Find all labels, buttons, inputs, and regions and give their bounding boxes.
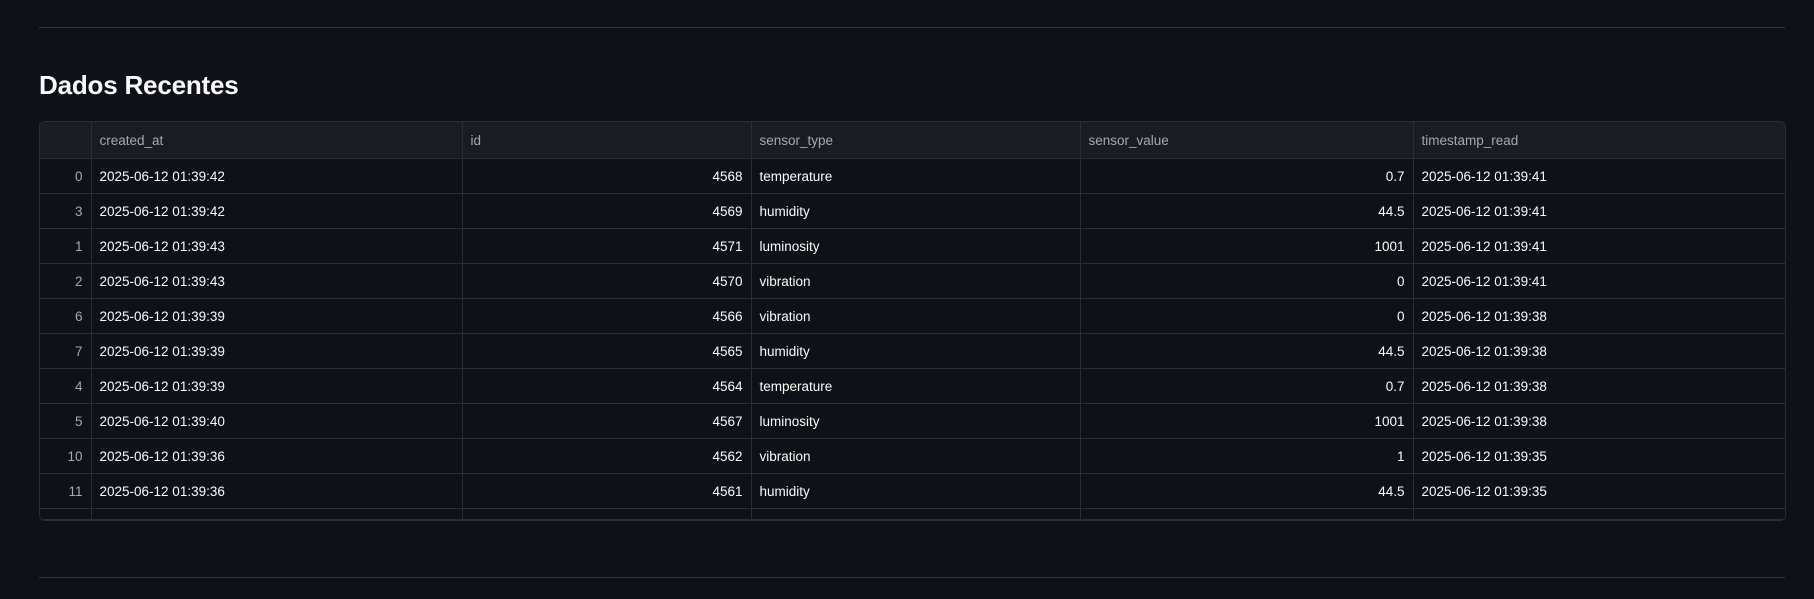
table-row[interactable]: 5 2025-06-12 01:39:40 4567 luminosity 1001 20…	[40, 403, 1785, 439]
table-cell-partial	[91, 508, 463, 520]
row-index[interactable]: 5	[40, 403, 92, 439]
cell-sensor-value[interactable]: 1001	[1080, 403, 1414, 439]
cell-sensor-type[interactable]: temperature	[751, 158, 1081, 194]
cell-sensor-value[interactable]: 1	[1080, 438, 1414, 474]
cell-id[interactable]: 4566	[462, 298, 752, 334]
cell-sensor-value[interactable]: 0.7	[1080, 158, 1414, 194]
cell-timestamp-read[interactable]: 2025-06-12 01:39:35	[1413, 438, 1785, 474]
cell-id[interactable]: 4565	[462, 333, 752, 369]
row-index[interactable]: 1	[40, 228, 92, 264]
table-row[interactable]: 7 2025-06-12 01:39:39 4565 humidity 44.5 2025…	[40, 333, 1785, 369]
cell-sensor-type[interactable]: vibration	[751, 438, 1081, 474]
cell-timestamp-read[interactable]: 2025-06-12 01:39:38	[1413, 368, 1785, 404]
cell-timestamp-read[interactable]: 2025-06-12 01:39:41	[1413, 228, 1785, 264]
cell-id[interactable]: 4567	[462, 403, 752, 439]
cell-id[interactable]: 4569	[462, 193, 752, 229]
cell-sensor-type[interactable]: vibration	[751, 263, 1081, 299]
table-cell-partial	[462, 508, 752, 520]
cell-id[interactable]: 4571	[462, 228, 752, 264]
cell-timestamp-read[interactable]: 2025-06-12 01:39:41	[1413, 193, 1785, 229]
table-row[interactable]: 3 2025-06-12 01:39:42 4569 humidity 44.5 2025…	[40, 193, 1785, 229]
top-divider	[39, 27, 1785, 28]
cell-sensor-type[interactable]: temperature	[751, 368, 1081, 404]
cell-created-at[interactable]: 2025-06-12 01:39:40	[91, 403, 463, 439]
row-index[interactable]: 0	[40, 158, 92, 194]
cell-created-at[interactable]: 2025-06-12 01:39:42	[91, 158, 463, 194]
column-header-id[interactable]: id	[462, 122, 752, 159]
row-index[interactable]: 4	[40, 368, 92, 404]
section-title: Dados Recentes	[39, 70, 239, 100]
cell-timestamp-read[interactable]: 2025-06-12 01:39:38	[1413, 333, 1785, 369]
cell-sensor-value[interactable]: 0	[1080, 298, 1414, 334]
cell-id[interactable]: 4561	[462, 473, 752, 509]
cell-sensor-value[interactable]: 0	[1080, 263, 1414, 299]
cell-sensor-value[interactable]: 1001	[1080, 228, 1414, 264]
cell-created-at[interactable]: 2025-06-12 01:39:36	[91, 473, 463, 509]
table-body: 0 2025-06-12 01:39:42 4568 temperature 0.7 20…	[40, 158, 1785, 520]
cell-sensor-type[interactable]: luminosity	[751, 228, 1081, 264]
table-row[interactable]: 11 2025-06-12 01:39:36 4561 humidity 44.5 202…	[40, 473, 1785, 509]
data-table-container[interactable]: created_at id sensor_type sensor_value t…	[39, 121, 1786, 521]
table-row[interactable]: 1 2025-06-12 01:39:43 4571 luminosity 1001 20…	[40, 228, 1785, 264]
row-index[interactable]: 7	[40, 333, 92, 369]
column-header-sensor-value[interactable]: sensor_value	[1080, 122, 1414, 159]
cell-sensor-type[interactable]: humidity	[751, 193, 1081, 229]
index-column-header	[40, 122, 92, 159]
cell-sensor-type[interactable]: humidity	[751, 333, 1081, 369]
row-index[interactable]: 11	[40, 473, 92, 509]
table-row[interactable]: 0 2025-06-12 01:39:42 4568 temperature 0.7 20…	[40, 158, 1785, 194]
cell-sensor-type[interactable]: luminosity	[751, 403, 1081, 439]
table-cell-partial	[40, 508, 92, 520]
cell-id[interactable]: 4570	[462, 263, 752, 299]
table-row[interactable]: 2 2025-06-12 01:39:43 4570 vibration 0 2025-0…	[40, 263, 1785, 299]
row-index[interactable]: 10	[40, 438, 92, 474]
table-row-partial	[40, 508, 1785, 520]
table-row[interactable]: 10 2025-06-12 01:39:36 4562 vibration 1 2025-…	[40, 438, 1785, 474]
cell-created-at[interactable]: 2025-06-12 01:39:43	[91, 228, 463, 264]
bottom-divider	[39, 577, 1785, 578]
cell-timestamp-read[interactable]: 2025-06-12 01:39:38	[1413, 298, 1785, 334]
cell-created-at[interactable]: 2025-06-12 01:39:36	[91, 438, 463, 474]
data-table[interactable]: created_at id sensor_type sensor_value t…	[40, 122, 1785, 520]
column-header-timestamp-read[interactable]: timestamp_read	[1413, 122, 1785, 159]
cell-id[interactable]: 4562	[462, 438, 752, 474]
table-cell-partial	[751, 508, 1081, 520]
cell-created-at[interactable]: 2025-06-12 01:39:39	[91, 333, 463, 369]
row-index[interactable]: 3	[40, 193, 92, 229]
column-header-sensor-type[interactable]: sensor_type	[751, 122, 1081, 159]
cell-created-at[interactable]: 2025-06-12 01:39:39	[91, 298, 463, 334]
cell-sensor-type[interactable]: vibration	[751, 298, 1081, 334]
cell-timestamp-read[interactable]: 2025-06-12 01:39:35	[1413, 473, 1785, 509]
cell-id[interactable]: 4568	[462, 158, 752, 194]
cell-sensor-value[interactable]: 44.5	[1080, 193, 1414, 229]
cell-created-at[interactable]: 2025-06-12 01:39:43	[91, 263, 463, 299]
cell-sensor-value[interactable]: 0.7	[1080, 368, 1414, 404]
cell-timestamp-read[interactable]: 2025-06-12 01:39:41	[1413, 158, 1785, 194]
table-row[interactable]: 4 2025-06-12 01:39:39 4564 temperature 0.7 20…	[40, 368, 1785, 404]
cell-sensor-type[interactable]: humidity	[751, 473, 1081, 509]
cell-timestamp-read[interactable]: 2025-06-12 01:39:38	[1413, 403, 1785, 439]
cell-created-at[interactable]: 2025-06-12 01:39:42	[91, 193, 463, 229]
cell-id[interactable]: 4564	[462, 368, 752, 404]
table-row[interactable]: 6 2025-06-12 01:39:39 4566 vibration 0 2025-0…	[40, 298, 1785, 334]
column-header-created-at[interactable]: created_at	[91, 122, 463, 159]
cell-sensor-value[interactable]: 44.5	[1080, 333, 1414, 369]
table-header-row: created_at id sensor_type sensor_value t…	[40, 122, 1785, 159]
row-index[interactable]: 2	[40, 263, 92, 299]
cell-timestamp-read[interactable]: 2025-06-12 01:39:41	[1413, 263, 1785, 299]
cell-created-at[interactable]: 2025-06-12 01:39:39	[91, 368, 463, 404]
table-cell-partial	[1080, 508, 1414, 520]
cell-sensor-value[interactable]: 44.5	[1080, 473, 1414, 509]
table-cell-partial	[1413, 508, 1785, 520]
row-index[interactable]: 6	[40, 298, 92, 334]
